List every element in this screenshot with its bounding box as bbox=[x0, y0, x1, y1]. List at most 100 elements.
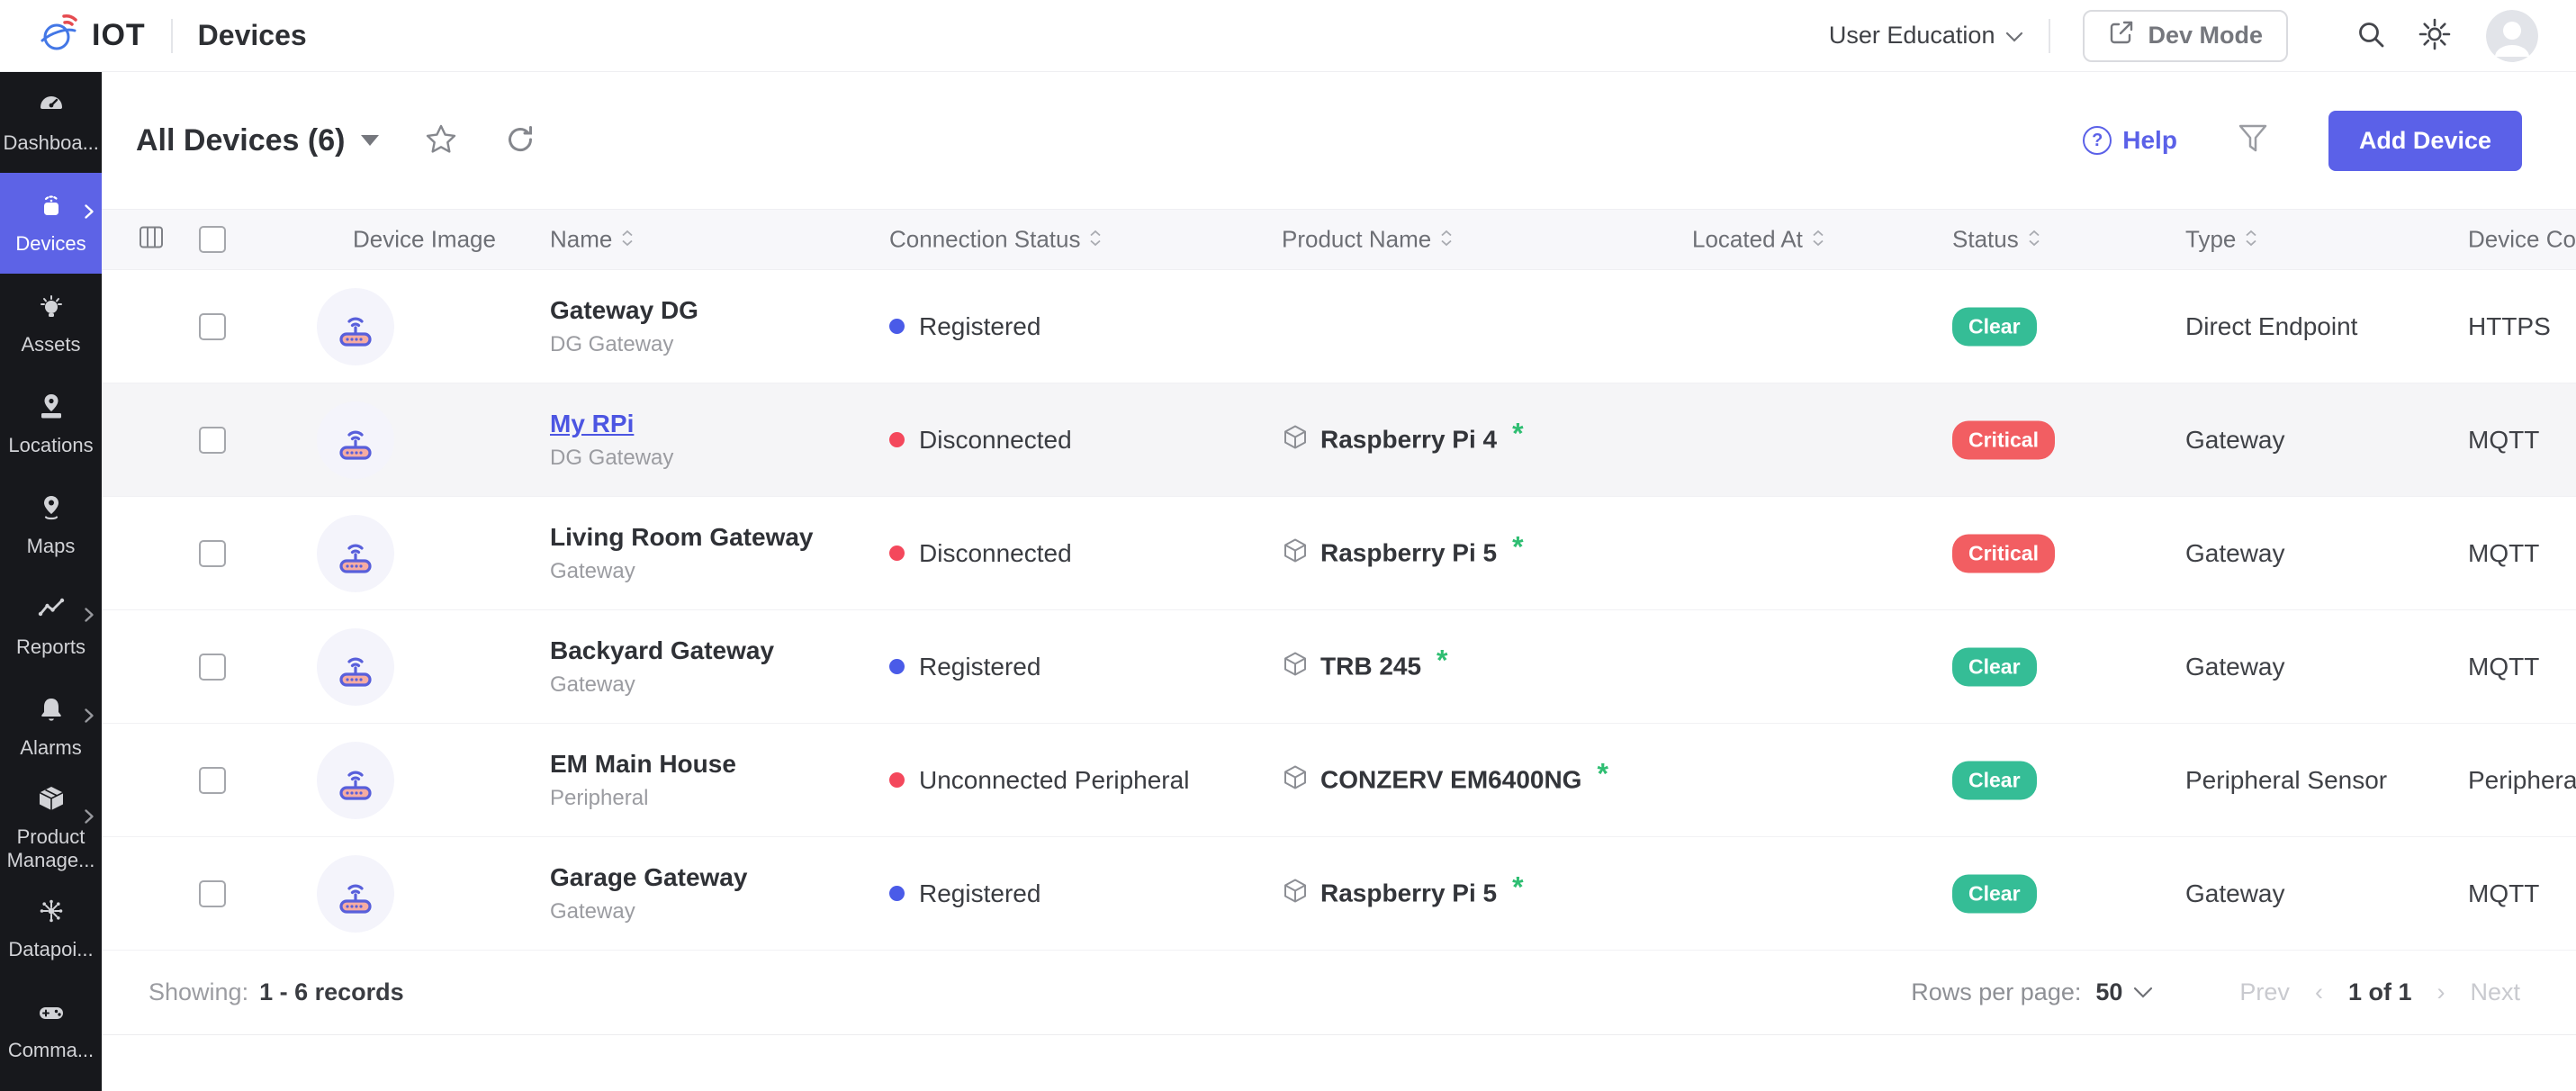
page-title: Devices bbox=[198, 19, 307, 52]
connection-status-text: Registered bbox=[919, 879, 1040, 908]
table-row[interactable]: Garage Gateway Gateway Registered Raspbe… bbox=[102, 837, 2576, 951]
chevron-right-icon bbox=[84, 708, 95, 728]
refresh-icon bbox=[503, 122, 537, 159]
device-con-cell: MQTT bbox=[2468, 653, 2539, 681]
table-row[interactable]: Gateway DG DG Gateway Registered Clear D… bbox=[102, 270, 2576, 383]
table-row[interactable]: Backyard Gateway Gateway Registered TRB … bbox=[102, 610, 2576, 724]
sort-icon[interactable] bbox=[2244, 226, 2258, 254]
brand-logo[interactable]: IOT bbox=[38, 13, 146, 59]
sort-icon[interactable] bbox=[620, 226, 635, 254]
settings-button[interactable] bbox=[2418, 17, 2452, 54]
sidebar-item-label: Maps bbox=[27, 535, 76, 558]
row-checkbox[interactable] bbox=[199, 540, 226, 567]
prev-button[interactable]: Prev bbox=[2239, 978, 2290, 1006]
dev-mode-button[interactable]: Dev Mode bbox=[2083, 10, 2288, 62]
type-cell: Peripheral Sensor bbox=[2185, 766, 2387, 795]
prev-chevron-icon[interactable]: ‹ bbox=[2315, 978, 2323, 1006]
device-name[interactable]: EM Main House bbox=[550, 750, 736, 779]
column-header-type[interactable]: Type bbox=[2185, 226, 2258, 254]
sidebar-item-label: Dashboa... bbox=[4, 131, 99, 155]
sidebar-item-commands[interactable]: Comma... bbox=[0, 979, 102, 1080]
device-name[interactable]: Backyard Gateway bbox=[550, 636, 774, 665]
connection-status-text: Disconnected bbox=[919, 426, 1072, 455]
table-row[interactable]: Living Room Gateway Gateway Disconnected… bbox=[102, 497, 2576, 610]
connection-status-cell: Unconnected Peripheral bbox=[889, 766, 1189, 795]
sort-icon[interactable] bbox=[1088, 226, 1103, 254]
sidebar-item-reports[interactable]: Reports bbox=[0, 576, 102, 677]
next-chevron-icon[interactable]: › bbox=[2436, 978, 2445, 1006]
column-header-device-con[interactable]: Device Con bbox=[2468, 226, 2576, 254]
type-cell: Gateway bbox=[2185, 426, 2285, 455]
device-con-cell: MQTT bbox=[2468, 539, 2539, 568]
favorite-button[interactable] bbox=[424, 122, 458, 159]
refresh-button[interactable] bbox=[503, 122, 537, 159]
status-badge: Clear bbox=[1952, 874, 2037, 913]
rows-per-page-value[interactable]: 50 bbox=[2095, 978, 2122, 1006]
connection-status-cell: Registered bbox=[889, 879, 1040, 908]
sort-icon[interactable] bbox=[1439, 226, 1454, 254]
chevron-down-icon[interactable] bbox=[2133, 987, 2153, 999]
package-outline-icon bbox=[1282, 763, 1309, 797]
row-checkbox[interactable] bbox=[199, 313, 226, 340]
table-row[interactable]: EM Main House Peripheral Unconnected Per… bbox=[102, 724, 2576, 837]
product-name: Raspberry Pi 5 bbox=[1320, 539, 1497, 568]
device-image bbox=[317, 628, 394, 706]
iot-globe-icon bbox=[38, 13, 79, 59]
sidebar-item-maps[interactable]: Maps bbox=[0, 475, 102, 576]
account-selector[interactable]: User Education bbox=[1829, 22, 2024, 50]
device-subtitle: Gateway bbox=[550, 899, 747, 924]
product-name-cell: Raspberry Pi 4 * bbox=[1282, 423, 1524, 456]
row-checkbox[interactable] bbox=[199, 654, 226, 681]
device-name[interactable]: Gateway DG bbox=[550, 296, 698, 325]
user-avatar[interactable] bbox=[2486, 10, 2538, 62]
bell-icon bbox=[37, 695, 66, 728]
gear-icon bbox=[2418, 17, 2452, 54]
row-checkbox[interactable] bbox=[199, 880, 226, 907]
device-image bbox=[317, 742, 394, 819]
column-header-name[interactable]: Name bbox=[550, 226, 635, 254]
sidebar-item-label: Locations bbox=[8, 434, 93, 457]
column-header-located-at[interactable]: Located At bbox=[1692, 226, 1825, 254]
rows-per-page: Rows per page: 50 bbox=[1911, 978, 2153, 1006]
sidebar-item-devices[interactable]: Devices bbox=[0, 173, 102, 274]
device-name[interactable]: Living Room Gateway bbox=[550, 523, 814, 552]
search-button[interactable] bbox=[2355, 18, 2387, 53]
sort-icon[interactable] bbox=[1811, 226, 1825, 254]
table-footer: Showing: 1 - 6 records Rows per page: 50… bbox=[102, 951, 2576, 1035]
column-header-product-name[interactable]: Product Name bbox=[1282, 226, 1454, 254]
sidebar-item-dashboard[interactable]: Dashboa... bbox=[0, 72, 102, 173]
product-name-cell: Raspberry Pi 5 * bbox=[1282, 877, 1524, 910]
device-subtitle: Gateway bbox=[550, 672, 774, 698]
sort-icon[interactable] bbox=[2027, 226, 2041, 254]
product-asterisk: * bbox=[1512, 423, 1523, 443]
product-asterisk: * bbox=[1597, 763, 1608, 783]
column-header-connection-status[interactable]: Connection Status bbox=[889, 226, 1103, 254]
device-image bbox=[317, 515, 394, 592]
main-content: All Devices (6) ? Help Add Device bbox=[102, 72, 2576, 1091]
connection-status-dot bbox=[889, 432, 905, 447]
row-checkbox[interactable] bbox=[199, 427, 226, 454]
select-all-checkbox[interactable] bbox=[199, 226, 226, 253]
row-checkbox[interactable] bbox=[199, 767, 226, 794]
help-label: Help bbox=[2122, 126, 2177, 155]
sidebar-item-assets[interactable]: Assets bbox=[0, 274, 102, 374]
sidebar-item-product-management[interactable]: Product Manage... bbox=[0, 778, 102, 879]
column-header-status[interactable]: Status bbox=[1952, 226, 2041, 254]
sidebar-item-datapoints[interactable]: Datapoi... bbox=[0, 879, 102, 979]
package-icon bbox=[37, 784, 66, 817]
connection-status-dot bbox=[889, 886, 905, 901]
device-name-link[interactable]: My RPi bbox=[550, 410, 673, 438]
filter-button[interactable] bbox=[2237, 122, 2269, 159]
status-badge: Clear bbox=[1952, 647, 2037, 686]
showing-label: Showing: bbox=[149, 978, 248, 1006]
next-button[interactable]: Next bbox=[2470, 978, 2520, 1006]
view-selector-caret-icon[interactable] bbox=[361, 135, 379, 146]
device-image bbox=[317, 855, 394, 933]
add-device-button[interactable]: Add Device bbox=[2328, 111, 2522, 171]
sidebar-item-alarms[interactable]: Alarms bbox=[0, 677, 102, 778]
help-link[interactable]: ? Help bbox=[2083, 126, 2177, 155]
sidebar-item-locations[interactable]: Locations bbox=[0, 374, 102, 475]
column-settings-icon[interactable] bbox=[138, 224, 165, 256]
table-row[interactable]: My RPi DG Gateway Disconnected Raspberry… bbox=[102, 383, 2576, 497]
device-name[interactable]: Garage Gateway bbox=[550, 863, 747, 892]
